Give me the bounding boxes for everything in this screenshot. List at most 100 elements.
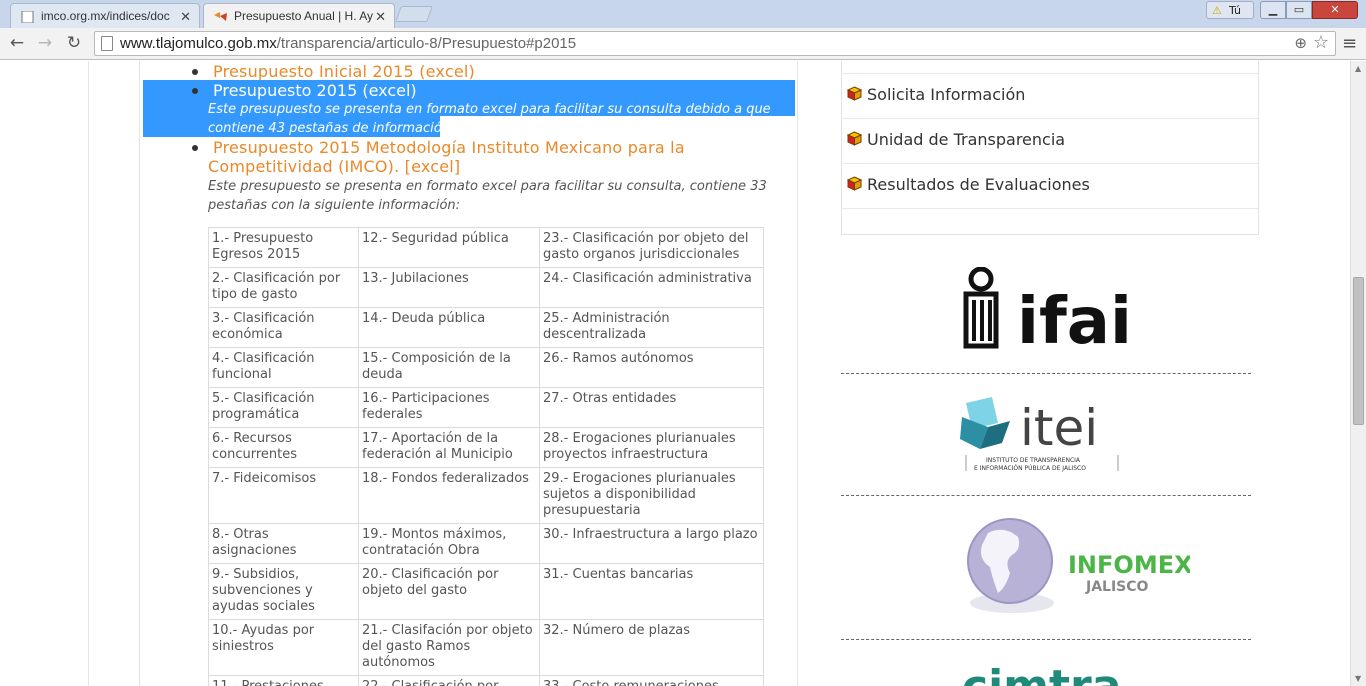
scroll-up-arrow-icon[interactable]: ▲ <box>1355 64 1361 73</box>
page-border <box>88 61 89 686</box>
tab-imco[interactable]: imco.org.mx/indices/doc ✕ <box>10 3 200 28</box>
page-icon <box>21 11 34 23</box>
page-border <box>139 61 140 686</box>
table-cell: 13.- Jubilaciones <box>358 267 540 308</box>
sidebar-item-solicita-informacion[interactable]: Solicita Información <box>842 73 1258 118</box>
new-tab-button[interactable] <box>395 6 433 22</box>
infomex-logo-text: INFOMEX <box>1068 551 1190 579</box>
maximize-button[interactable]: ▭ <box>1286 1 1312 19</box>
link-presupuesto-imco[interactable]: Competitividad (IMCO). [excel] <box>208 157 460 176</box>
page-icon <box>101 36 113 51</box>
minimize-button[interactable]: ▁ <box>1260 1 1286 19</box>
address-bar[interactable]: www.tlajomulco.gob.mx/transparencia/arti… <box>94 31 1336 56</box>
table-cell: 31.- Cuentas bancarias <box>539 563 764 620</box>
table-cell: 15.- Composición de la deuda <box>358 347 540 388</box>
cimtra-logo[interactable]: cimtra <box>948 657 1138 686</box>
browser-title-bar: imco.org.mx/indices/doc ✕ Presupuesto An… <box>0 0 1366 28</box>
table-cell: 27.- Otras entidades <box>539 387 764 428</box>
table-row: 9.- Subsidios, subvenciones y ayudas soc… <box>208 563 764 620</box>
bullet <box>192 69 198 75</box>
table-cell: 5.- Clasificación programática <box>208 387 359 428</box>
sidebar-item-label: Unidad de Transparencia <box>867 130 1066 149</box>
user-profile-button[interactable]: ⚠ Tú <box>1206 1 1254 19</box>
url-path: /transparencia/articulo-8/Presupuesto#p2… <box>276 35 577 52</box>
table-cell: 22.- Clasificación por <box>358 675 540 686</box>
site-logo-icon <box>214 12 227 21</box>
ifai-logo[interactable]: ifai <box>960 267 1130 351</box>
user-label: Tú <box>1229 4 1242 17</box>
page-content: Presupuesto Inicial 2015 (excel) Presupu… <box>0 61 1350 686</box>
divider <box>841 639 1251 640</box>
divider <box>841 495 1251 496</box>
warning-icon: ⚠ <box>1212 4 1222 17</box>
table-cell: 14.- Deuda pública <box>358 307 540 348</box>
itei-logo[interactable]: itei INSTITUTO DE TRANSPARENCIA E INFORM… <box>958 393 1128 475</box>
sidebar-item-label: Resultados de Evaluaciones <box>867 175 1090 194</box>
url-text[interactable]: www.tlajomulco.gob.mx/transparencia/arti… <box>120 35 576 52</box>
scroll-down-arrow-icon[interactable]: ▼ <box>1355 674 1361 683</box>
scrollbar-thumb[interactable] <box>1353 277 1364 425</box>
table-cell: 8.- Otras asignaciones <box>208 523 359 564</box>
sidebar-item-unidad-transparencia[interactable]: Unidad de Transparencia <box>842 118 1258 163</box>
table-cell: 7.- Fideicomisos <box>208 467 359 524</box>
description-text: Este presupuesto se presenta en formato … <box>208 179 767 194</box>
table-cell: 21.- Clasifación por objeto del gasto Ra… <box>358 619 540 676</box>
table-cell: 28.- Erogaciones plurianuales proyectos … <box>539 427 764 468</box>
bookmark-star-icon[interactable]: ☆ <box>1313 32 1329 53</box>
table-cell: 25.- Administración descentralizada <box>539 307 764 348</box>
table-cell: 16.- Participaciones federales <box>358 387 540 428</box>
vertical-scrollbar[interactable]: ▲ ▼ <box>1350 61 1366 686</box>
forward-arrow-icon[interactable]: → <box>34 32 56 54</box>
link-presupuesto-2015[interactable]: Presupuesto 2015 (excel) <box>213 81 417 100</box>
tab-label: imco.org.mx/indices/doc <box>41 9 170 23</box>
itei-logo-text: itei <box>1020 399 1098 457</box>
zoom-icon[interactable]: ⊕ <box>1294 34 1307 52</box>
bullet <box>192 145 198 151</box>
browser-toolbar: ← → ↻ www.tlajomulco.gob.mx/transparenci… <box>0 28 1366 60</box>
table-cell: 10.- Ayudas por siniestros <box>208 619 359 676</box>
table-cell: 20.- Clasificación por objeto del gasto <box>358 563 540 620</box>
link-presupuesto-inicial-2015[interactable]: Presupuesto Inicial 2015 (excel) <box>213 62 475 81</box>
table-cell: 4.- Clasificación funcional <box>208 347 359 388</box>
close-icon[interactable]: ✕ <box>180 9 191 25</box>
browser-menu-icon[interactable]: ≡ <box>1342 33 1357 54</box>
table-row: 5.- Clasificación programática 16.- Parti… <box>208 387 764 428</box>
table-cell: 1.- Presupuesto Egresos 2015 <box>208 227 359 268</box>
sidebar-item-resultados-evaluaciones[interactable]: Resultados de Evaluaciones <box>842 163 1258 208</box>
tab-label: Presupuesto Anual | H. Ay <box>234 9 373 23</box>
table-row: 1.- Presupuesto Egresos 2015 12.- Segurid… <box>208 227 764 268</box>
page-border <box>797 61 798 686</box>
table-cell: 33.- Costo remuneraciones <box>539 675 764 686</box>
link-presupuesto-imco[interactable]: Presupuesto 2015 Metodología Instituto M… <box>213 138 685 157</box>
cimtra-logo-text: cimtra <box>962 661 1121 686</box>
back-arrow-icon[interactable]: ← <box>6 32 28 54</box>
table-cell: 26.- Ramos autónomos <box>539 347 764 388</box>
sidebar-item-label: Solicita Información <box>867 85 1026 104</box>
sidebar-menu-spacer <box>842 208 1258 234</box>
tab-presupuesto[interactable]: Presupuesto Anual | H. Ay ✕ <box>203 3 395 28</box>
cube-icon <box>847 86 862 101</box>
svg-text:E INFORMACIÓN PÚBLICA DE JALIS: E INFORMACIÓN PÚBLICA DE JALISCO <box>974 465 1086 472</box>
reload-icon[interactable]: ↻ <box>63 32 85 54</box>
table-cell: 12.- Seguridad pública <box>358 227 540 268</box>
table-cell: 9.- Subsidios, subvenciones y ayudas soc… <box>208 563 359 620</box>
table-row: 8.- Otras asignaciones 19.- Montos máximo… <box>208 523 764 564</box>
sidebar-menu: Solicita Información Unidad de Transpare… <box>841 61 1259 235</box>
close-icon[interactable]: ✕ <box>375 9 386 25</box>
table-row: 3.- Clasificación económica 14.- Deuda pú… <box>208 307 764 348</box>
ifai-logo-text: ifai <box>1017 285 1130 351</box>
window-close-button[interactable]: ✕ <box>1312 1 1358 19</box>
table-cell: 2.- Clasificación por tipo de gasto <box>208 267 359 308</box>
table-cell: 17.- Aportación de la federación al Muni… <box>358 427 540 468</box>
table-cell: 11.- Prestaciones <box>208 675 359 686</box>
bullet <box>192 88 198 94</box>
table-row: 10.- Ayudas por siniestros 21.- Clasifaci… <box>208 619 764 676</box>
table-cell: 6.- Recursos concurrentes <box>208 427 359 468</box>
infomex-logo-subtext: JALISCO <box>1085 579 1149 595</box>
description-text: contiene 43 pestañas de información <box>208 121 450 136</box>
table-cell: 30.- Infraestructura a largo plazo <box>539 523 764 564</box>
table-cell: 32.- Número de plazas <box>539 619 764 676</box>
infomex-jalisco-logo[interactable]: INFOMEX JALISCO <box>960 511 1190 621</box>
table-cell: 18.- Fondos federalizados <box>358 467 540 524</box>
table-cell: 29.- Erogaciones plurianuales sujetos a … <box>539 467 764 524</box>
